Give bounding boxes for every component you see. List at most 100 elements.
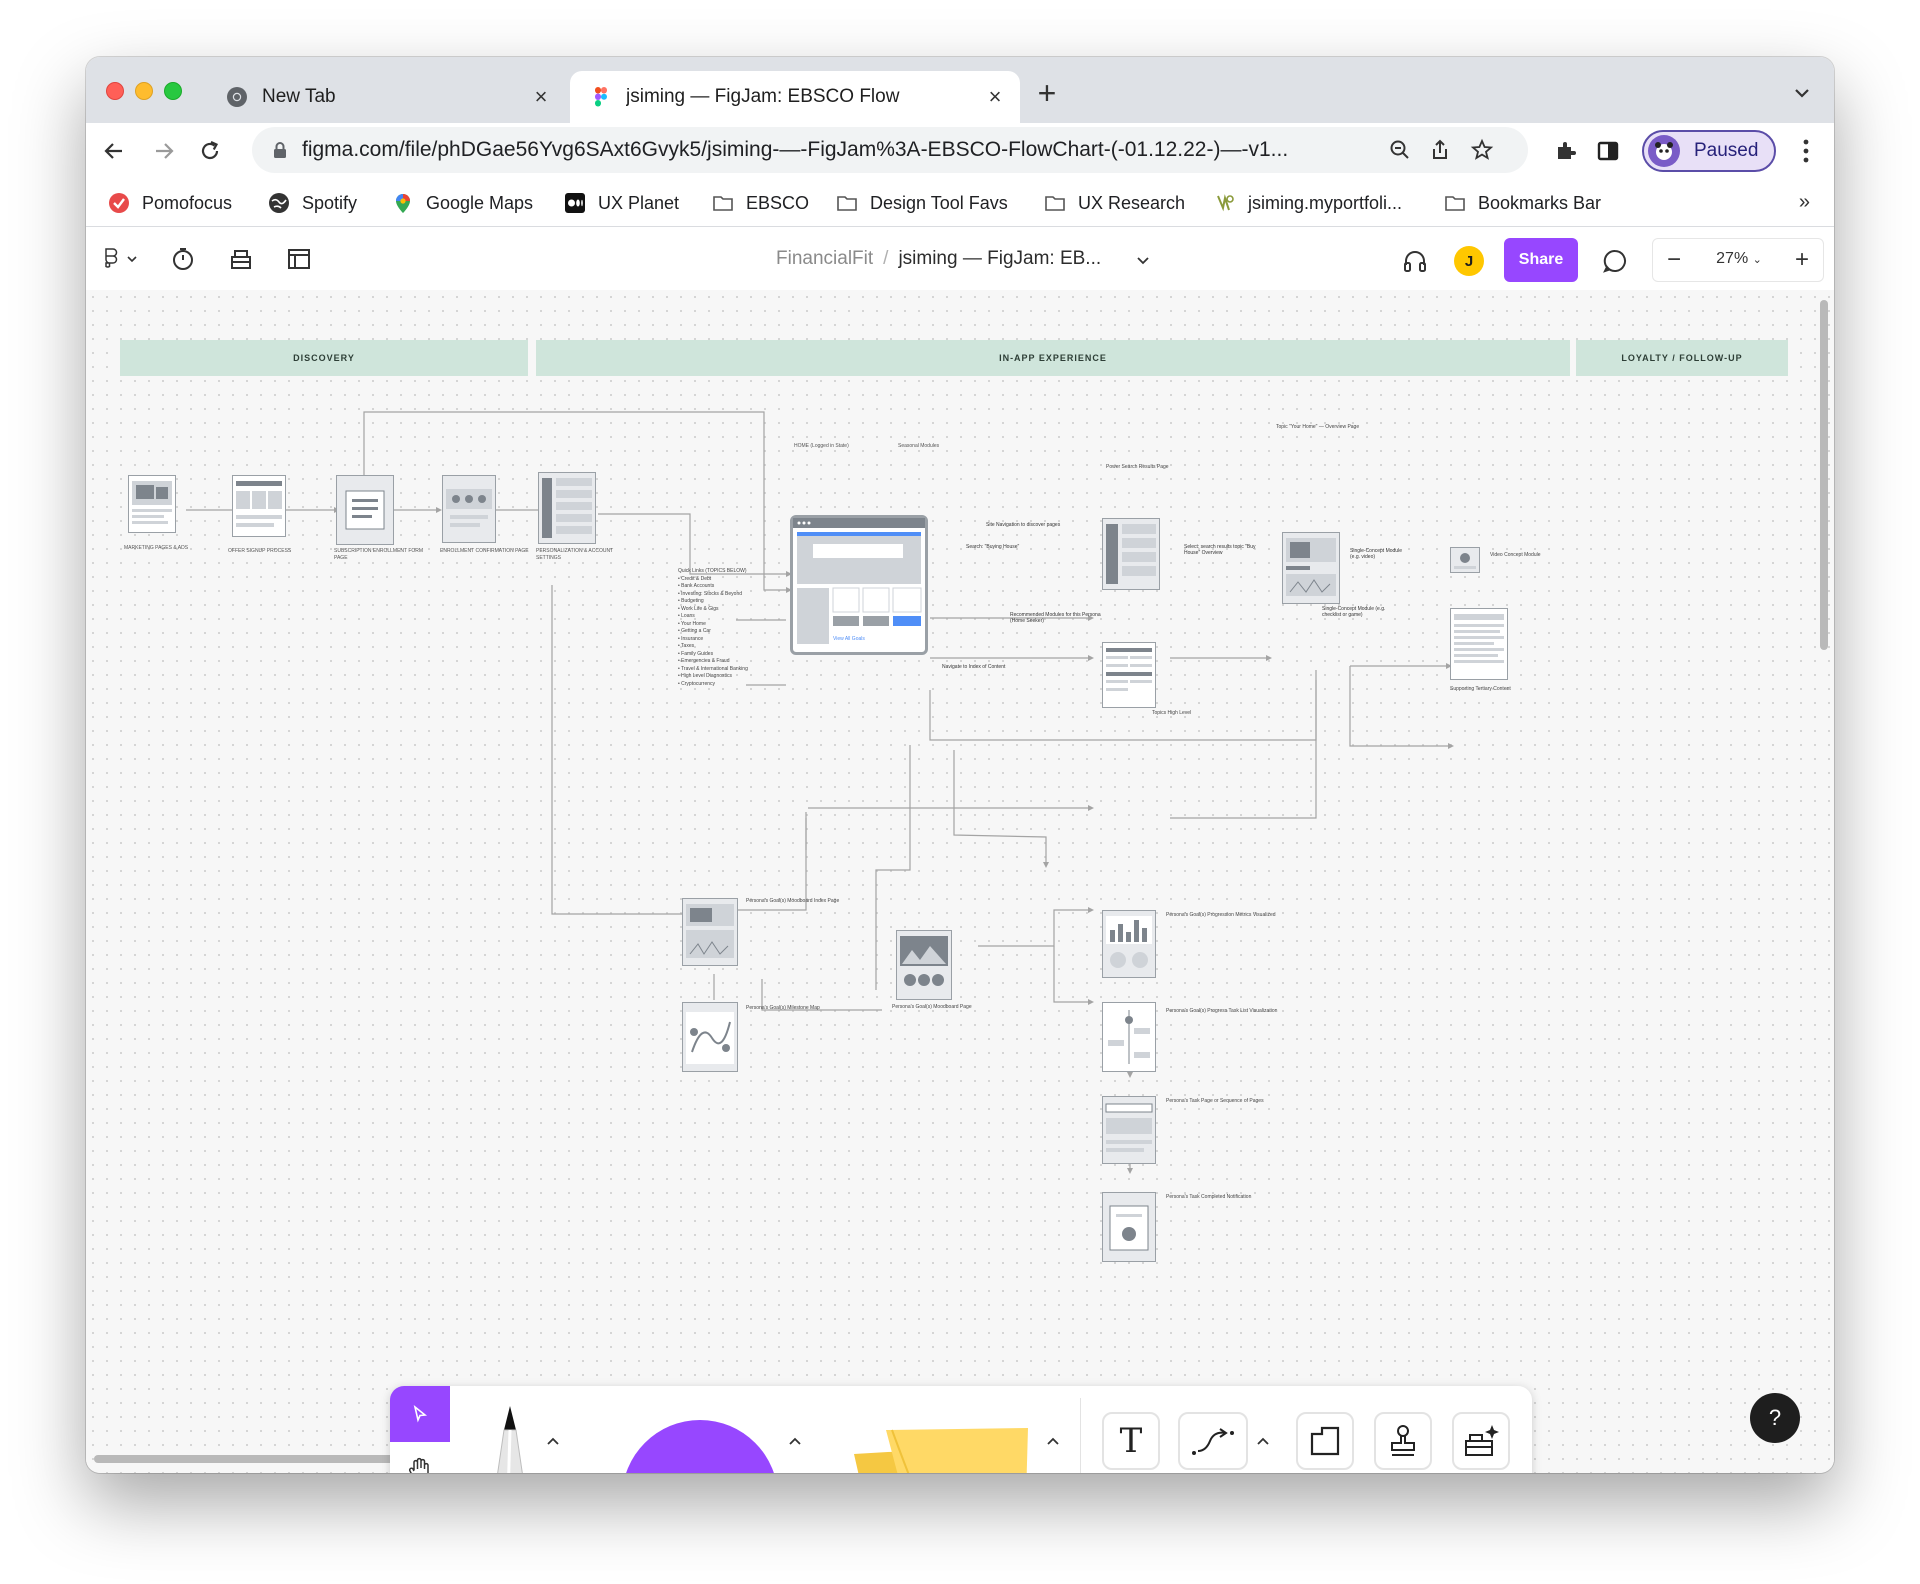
- forward-button[interactable]: [148, 135, 180, 167]
- connector-tool[interactable]: [1178, 1412, 1248, 1470]
- tab-new-tab[interactable]: New Tab ×: [206, 71, 566, 123]
- address-bar[interactable]: figma.com/file/phDGae56Yvg6SAxt6Gvyk5/js…: [252, 127, 1528, 173]
- main-menu-button[interactable]: [98, 242, 144, 276]
- extensions-icon[interactable]: [1554, 139, 1578, 163]
- widgets-tool[interactable]: [1452, 1412, 1510, 1470]
- vertical-scrollbar[interactable]: [1820, 300, 1828, 650]
- close-tab-icon[interactable]: ×: [982, 84, 1008, 110]
- sticky-note-tool[interactable]: [846, 1408, 1034, 1473]
- marker-tool[interactable]: [480, 1406, 540, 1473]
- share-page-icon[interactable]: [1428, 138, 1452, 162]
- toolbar-divider: [1080, 1398, 1081, 1473]
- wireframe-supporting-tertiary[interactable]: [1450, 608, 1508, 680]
- wireframe-milestone-map[interactable]: [682, 1002, 738, 1072]
- wireframe-moodboard-index[interactable]: [682, 898, 738, 966]
- bookmark-folder-bookmarks-bar[interactable]: Bookmarks Bar: [1444, 189, 1601, 217]
- zoom-in-button[interactable]: +: [1781, 239, 1823, 281]
- library-button[interactable]: [224, 242, 258, 276]
- browser-menu-icon[interactable]: [1800, 137, 1812, 165]
- bookmark-google-maps[interactable]: Google Maps: [392, 189, 533, 217]
- zoom-icon[interactable]: [1388, 138, 1412, 162]
- connector-options-chevron-icon[interactable]: [1252, 1430, 1274, 1452]
- back-arrow-icon: [104, 143, 122, 159]
- more-bookmarks-button[interactable]: »: [1799, 191, 1810, 214]
- profile-button[interactable]: Paused: [1642, 130, 1776, 172]
- wireframe-subscription-form[interactable]: [336, 475, 394, 545]
- figma-logo-icon: [105, 248, 137, 268]
- new-tab-button[interactable]: +: [1030, 77, 1064, 111]
- caption-seasonal: Seasonal Modules: [898, 443, 940, 449]
- stamp-tool[interactable]: [1374, 1412, 1432, 1470]
- timer-button[interactable]: [166, 242, 200, 276]
- wireframe-progression-metrics[interactable]: [1102, 910, 1156, 978]
- select-tool[interactable]: [390, 1386, 450, 1442]
- caption-supporting-tertiary: Supporting Tertiary Content: [1450, 686, 1511, 692]
- bookmark-ux-planet[interactable]: UX Planet: [564, 189, 679, 217]
- shape-options-chevron-icon[interactable]: [784, 1430, 806, 1452]
- section-frame-icon: [1310, 1426, 1340, 1456]
- sticky-note-icon: [854, 1428, 1028, 1473]
- marker-options-chevron-icon[interactable]: [542, 1430, 564, 1452]
- sticky-options-chevron-icon[interactable]: [1042, 1430, 1064, 1452]
- wireframe-video-concept[interactable]: [1450, 547, 1480, 573]
- file-name[interactable]: jsiming — FigJam: EB...: [898, 248, 1101, 269]
- wireframe-home-logged-in[interactable]: View All Goals: [790, 515, 928, 655]
- wireframe-personalization-settings[interactable]: [538, 472, 596, 544]
- back-button[interactable]: [98, 135, 130, 167]
- quick-link-item: • Getting a Car: [678, 628, 711, 634]
- wireframe-thumbnail: [1102, 910, 1156, 978]
- bookmark-portfolio[interactable]: jsiming.myportfoli...: [1214, 189, 1402, 217]
- caption-marketing: MARKETING PAGES & ADS: [124, 545, 189, 551]
- wireframe-search-results[interactable]: [1102, 518, 1160, 590]
- zoom-out-button[interactable]: −: [1653, 239, 1695, 281]
- profile-status: Paused: [1694, 140, 1759, 161]
- stamp-icon: [1391, 1425, 1415, 1456]
- wireframe-task-page[interactable]: [1102, 1096, 1156, 1164]
- side-panel-icon[interactable]: [1596, 139, 1620, 163]
- wireframe-marketing-pages[interactable]: [128, 475, 176, 533]
- zoom-value: 27%: [1716, 250, 1749, 267]
- caption-search: Search: "Buying House": [966, 544, 1020, 550]
- wireframe-enrollment-confirmation[interactable]: [442, 475, 496, 543]
- close-tab-icon[interactable]: ×: [528, 84, 554, 110]
- bookmark-folder-ebsco[interactable]: EBSCO: [712, 189, 809, 217]
- tab-search-icon[interactable]: [1790, 81, 1814, 105]
- comment-icon[interactable]: [1602, 248, 1628, 274]
- reload-button[interactable]: [194, 135, 226, 167]
- templates-button[interactable]: [282, 242, 316, 276]
- bookmark-folder-ux-research[interactable]: UX Research: [1044, 189, 1185, 217]
- wireframe-thumbnail: [336, 475, 394, 545]
- audio-headphones-icon[interactable]: [1402, 248, 1428, 274]
- maximize-window-button[interactable]: [164, 82, 182, 100]
- wireframe-offer-signup[interactable]: [232, 475, 286, 537]
- caption-progression: Persona's Goal(s) Progression Metrics Vi…: [1166, 912, 1276, 918]
- help-button[interactable]: ?: [1750, 1393, 1800, 1443]
- minimize-window-button[interactable]: [135, 82, 153, 100]
- bookmark-star-icon[interactable]: [1470, 138, 1494, 162]
- wireframe-thumbnail: [442, 475, 496, 543]
- wireframe-topics-high-level[interactable]: [1102, 642, 1156, 708]
- bookmark-spotify[interactable]: Spotify: [268, 189, 357, 217]
- view-all-goals-link[interactable]: View All Goals: [833, 636, 865, 642]
- close-window-button[interactable]: [106, 82, 124, 100]
- wireframe-thumbnail: [682, 1002, 738, 1072]
- wireframe-progress-task-list[interactable]: [1102, 1002, 1156, 1072]
- bookmark-pomofocus[interactable]: Pomofocus: [108, 189, 232, 217]
- chevron-down-icon[interactable]: [1136, 256, 1150, 266]
- wireframe-thumbnail: [232, 475, 286, 537]
- hand-tool[interactable]: [390, 1442, 450, 1473]
- wireframe-topic-overview[interactable]: [1282, 532, 1340, 604]
- tab-figjam[interactable]: jsiming — FigJam: EBSCO Flow ×: [570, 71, 1020, 123]
- shape-tool[interactable]: [622, 1408, 778, 1473]
- section-tool[interactable]: [1296, 1412, 1354, 1470]
- figjam-canvas[interactable]: DISCOVERY IN-APP EXPERIENCE LOYALTY / FO…: [86, 290, 1834, 1473]
- wireframe-task-completed[interactable]: [1102, 1192, 1156, 1262]
- user-avatar[interactable]: J: [1454, 246, 1484, 276]
- share-button[interactable]: Share: [1504, 238, 1578, 282]
- breadcrumb-project[interactable]: FinancialFit: [776, 248, 873, 269]
- bookmark-folder-design-tool-favs[interactable]: Design Tool Favs: [836, 189, 1008, 217]
- wireframe-moodboard-page[interactable]: [896, 930, 952, 1000]
- quick-link-item: • Budgeting: [678, 598, 704, 604]
- zoom-level[interactable]: 27% ⌄: [1699, 250, 1779, 268]
- text-tool[interactable]: T: [1102, 1412, 1160, 1470]
